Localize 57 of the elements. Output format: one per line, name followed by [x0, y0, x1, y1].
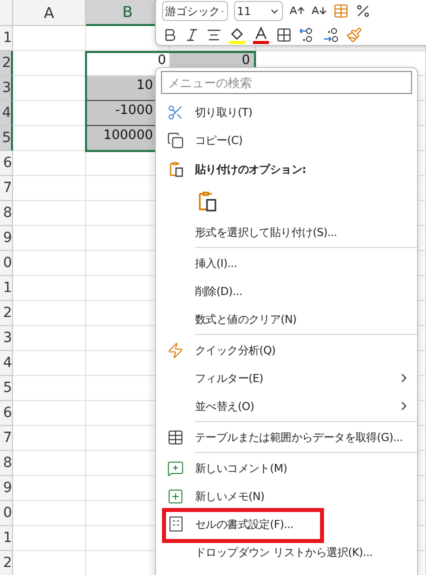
search-field[interactable]: メニューの検索	[161, 71, 412, 94]
row-header[interactable]: 7	[0, 176, 13, 201]
row-header[interactable]: 6	[0, 151, 13, 176]
row-header[interactable]: 1	[0, 276, 13, 301]
format-cells-icon	[168, 516, 182, 532]
copy-icon	[167, 132, 184, 148]
font-size-dropdown[interactable]: 11	[234, 1, 283, 21]
row-header[interactable]: 1	[0, 526, 13, 551]
menu-item[interactable]: 並べ替え(O)	[195, 398, 254, 414]
menu-item[interactable]: フィルター(E)	[195, 370, 264, 386]
row-header[interactable]: 9	[0, 226, 13, 251]
lightning-icon	[167, 342, 184, 358]
row-header[interactable]: 7	[0, 426, 13, 451]
format-painter-icon[interactable]	[346, 27, 362, 43]
menu-item[interactable]: テーブルまたは範囲からデータを取得(G)...	[195, 430, 403, 444]
row-header[interactable]: 5	[0, 376, 13, 401]
align-center-icon[interactable]	[206, 27, 222, 43]
percent-icon[interactable]	[355, 3, 371, 19]
table-icon	[167, 428, 184, 446]
row-header[interactable]: 4	[0, 351, 13, 376]
decrease-decimal-icon[interactable]	[322, 27, 340, 43]
row-header[interactable]: 2	[0, 51, 13, 76]
row-header[interactable]: 5	[0, 126, 13, 151]
menu-item[interactable]: クイック分析(Q)	[195, 342, 276, 358]
scissors-icon	[167, 104, 184, 120]
row-header[interactable]: 3	[0, 326, 13, 351]
row-header[interactable]: 8	[0, 451, 13, 476]
row-header[interactable]: 1	[0, 26, 13, 51]
row-header[interactable]: 0	[0, 251, 13, 276]
row-header[interactable]: 8	[0, 201, 13, 226]
column-header[interactable]: A	[13, 0, 86, 26]
menu-item[interactable]: 切り取り(T)	[195, 104, 252, 120]
menu-item[interactable]: 数式と値のクリア(N)	[195, 312, 297, 326]
fill-color-icon[interactable]	[228, 26, 246, 44]
comment-add-icon	[167, 460, 184, 476]
menu-item[interactable]: 新しいコメント(M)	[195, 460, 288, 476]
menu-item[interactable]: 形式を選択して貼り付け(S)...	[195, 224, 337, 240]
row-header[interactable]: 2	[0, 301, 13, 326]
row-header[interactable]: 0	[0, 501, 13, 526]
font-color-icon[interactable]	[252, 26, 270, 44]
menu-item[interactable]: 削除(D)...	[195, 284, 242, 298]
section-heading: 貼り付けのオプション:	[195, 162, 306, 176]
row-header[interactable]: 9	[0, 476, 13, 501]
menu-item[interactable]: セルの書式設定(F)...	[195, 516, 294, 532]
menu-item[interactable]: ドロップダウン リストから選択(K)...	[195, 544, 372, 560]
number-format-icon[interactable]	[333, 3, 349, 19]
menu-item[interactable]: 新しいメモ(N)	[195, 488, 264, 504]
menu-item[interactable]: コピー(C)	[195, 132, 242, 148]
menu-item[interactable]: 挿入(I)...	[195, 256, 237, 270]
font-dropdown[interactable]: 游ゴシック	[162, 1, 228, 21]
italic-icon[interactable]	[184, 27, 200, 43]
row-header[interactable]: 2	[0, 551, 13, 575]
row-header[interactable]: 3	[0, 76, 13, 101]
row-header[interactable]: 4	[0, 101, 13, 126]
row-header[interactable]: 6	[0, 401, 13, 426]
borders-icon[interactable]	[276, 27, 292, 43]
note-add-icon	[167, 488, 184, 504]
